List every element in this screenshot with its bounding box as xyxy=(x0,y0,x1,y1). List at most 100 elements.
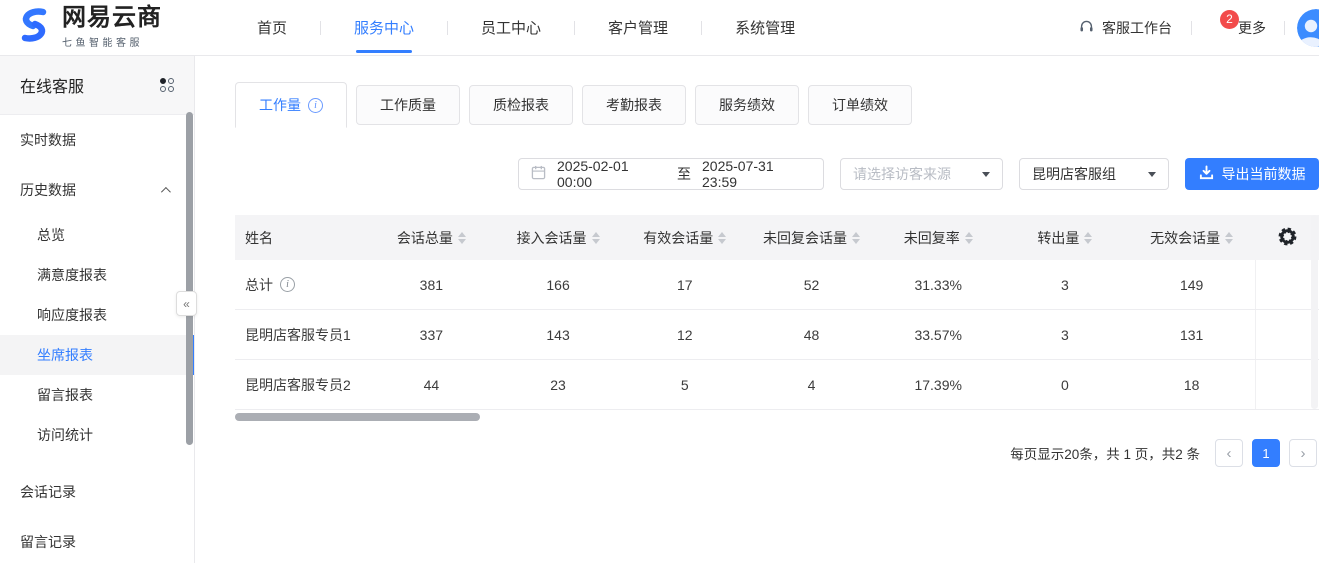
cell: 12 xyxy=(621,327,748,343)
logo[interactable]: 网易云商 七鱼智能客服 xyxy=(0,5,162,50)
sort-icon[interactable] xyxy=(592,232,600,244)
column-label: 未回复率 xyxy=(904,228,960,248)
cell: 166 xyxy=(495,277,622,293)
date-separator: 至 xyxy=(677,164,691,184)
cell: 31.33% xyxy=(875,277,1002,293)
tab-label: 服务绩效 xyxy=(719,95,775,115)
nav-item-service-center[interactable]: 服务中心 xyxy=(321,0,447,55)
column-label: 有效会话量 xyxy=(643,228,713,248)
cell: 337 xyxy=(368,327,495,343)
column-header-transferred-out[interactable]: 转出量 xyxy=(1002,228,1129,248)
column-header-accepted-sessions[interactable]: 接入会话量 xyxy=(495,228,622,248)
column-header-invalid-sessions[interactable]: 无效会话量 xyxy=(1128,228,1255,248)
nav-item-system-management[interactable]: 系统管理 xyxy=(702,0,828,55)
cell: 3 xyxy=(1002,327,1129,343)
agent-group-select[interactable]: 昆明店客服组 xyxy=(1019,158,1169,190)
info-icon[interactable]: i xyxy=(308,98,323,113)
cell: 23 xyxy=(495,377,622,393)
row-name: 昆明店客服专员1 xyxy=(245,325,351,345)
filter-bar: 2025-02-01 00:00 至 2025-07-31 23:59 请选择访… xyxy=(196,158,1319,190)
more-icon: 2 xyxy=(1210,21,1230,35)
sort-icon[interactable] xyxy=(852,232,860,244)
tab-attendance-report[interactable]: 考勤报表 xyxy=(582,85,686,125)
visitor-source-select[interactable]: 请选择访客来源 xyxy=(840,158,1003,190)
column-label: 接入会话量 xyxy=(517,228,587,248)
date-range-picker[interactable]: 2025-02-01 00:00 至 2025-07-31 23:59 xyxy=(518,158,824,190)
logo-subtitle: 七鱼智能客服 xyxy=(62,34,162,49)
nav-item-staff-center[interactable]: 员工中心 xyxy=(448,0,574,55)
tab-label: 考勤报表 xyxy=(606,95,662,115)
more-menu[interactable]: 2 更多 xyxy=(1192,18,1284,38)
sort-icon[interactable] xyxy=(1084,232,1092,244)
tab-qc-report[interactable]: 质检报表 xyxy=(469,85,573,125)
agent-report-table: 姓名 会话总量 接入会话量 有效会话量 未回复会话量 未回复率 转出量 无效会话… xyxy=(235,215,1319,410)
column-header-unreplied-sessions[interactable]: 未回复会话量 xyxy=(748,228,875,248)
cell-spacer xyxy=(1255,310,1319,359)
sort-icon[interactable] xyxy=(458,232,466,244)
row-name-cell: 总计 i xyxy=(235,275,368,295)
column-label: 转出量 xyxy=(1037,228,1079,248)
brand-icon xyxy=(14,5,54,50)
tab-order-performance[interactable]: 订单绩效 xyxy=(808,85,912,125)
sidebar-item-session-records[interactable]: 会话记录 xyxy=(0,467,194,517)
cell: 381 xyxy=(368,277,495,293)
tab-work-quality[interactable]: 工作质量 xyxy=(356,85,460,125)
row-name: 总计 xyxy=(245,275,273,295)
table-vertical-scrollbar[interactable] xyxy=(1311,215,1318,409)
sidebar-item-overview[interactable]: 总览 xyxy=(0,215,194,255)
chevron-up-icon xyxy=(161,186,171,196)
tab-label: 工作量 xyxy=(259,95,301,115)
sort-icon[interactable] xyxy=(718,232,726,244)
sidebar-item-history-data[interactable]: 历史数据 xyxy=(0,165,194,215)
prev-page-button[interactable]: ‹ xyxy=(1215,439,1243,467)
avatar[interactable] xyxy=(1297,9,1319,47)
workbench-link[interactable]: 客服工作台 xyxy=(1059,18,1191,38)
sidebar-item-visit-statistics[interactable]: 访问统计 xyxy=(0,415,194,455)
info-icon[interactable]: i xyxy=(280,277,295,292)
sidebar-item-label: 历史数据 xyxy=(20,180,76,200)
table-header-row: 姓名 会话总量 接入会话量 有效会话量 未回复会话量 未回复率 转出量 无效会话… xyxy=(235,215,1319,260)
sidebar-header: 在线客服 xyxy=(0,56,194,115)
cell: 131 xyxy=(1128,327,1255,343)
cell: 3 xyxy=(1002,277,1129,293)
tab-service-performance[interactable]: 服务绩效 xyxy=(695,85,799,125)
column-label: 无效会话量 xyxy=(1150,228,1220,248)
column-label: 未回复会话量 xyxy=(763,228,847,248)
sidebar-item-message-records[interactable]: 留言记录 xyxy=(0,517,194,567)
cell-spacer xyxy=(1255,360,1319,409)
top-nav: 网易云商 七鱼智能客服 首页 服务中心 员工中心 客户管理 系统管理 客服工作台 xyxy=(0,0,1319,55)
chevron-down-icon xyxy=(1148,172,1156,177)
cell: 52 xyxy=(748,277,875,293)
main-content: 工作量 i 工作质量 质检报表 考勤报表 服务绩效 订单绩效 xyxy=(196,56,1319,563)
sidebar-scrollbar[interactable] xyxy=(186,112,193,445)
export-button[interactable]: 导出当前数据 xyxy=(1185,158,1319,190)
export-label: 导出当前数据 xyxy=(1222,164,1306,184)
tab-workload[interactable]: 工作量 i xyxy=(235,82,347,128)
nav-item-home[interactable]: 首页 xyxy=(224,0,320,55)
sidebar-item-response-report[interactable]: 响应度报表 xyxy=(0,295,194,335)
chevron-down-icon xyxy=(982,172,990,177)
date-start: 2025-02-01 00:00 xyxy=(557,158,666,190)
sort-icon[interactable] xyxy=(1225,232,1233,244)
sidebar-item-message-report[interactable]: 留言报表 xyxy=(0,375,194,415)
sort-icon[interactable] xyxy=(965,232,973,244)
column-header-unreplied-rate[interactable]: 未回复率 xyxy=(875,228,1002,248)
horizontal-scrollbar-thumb[interactable] xyxy=(235,413,480,421)
sidebar-item-satisfaction-report[interactable]: 满意度报表 xyxy=(0,255,194,295)
column-settings-button[interactable] xyxy=(1255,215,1319,260)
nav-item-customer-management[interactable]: 客户管理 xyxy=(575,0,701,55)
next-page-button[interactable]: › xyxy=(1289,439,1317,467)
nav-menu: 首页 服务中心 员工中心 客户管理 系统管理 xyxy=(224,0,828,55)
sidebar-collapse-button[interactable]: « xyxy=(176,291,197,316)
cell: 4 xyxy=(748,377,875,393)
sidebar-item-agent-report[interactable]: 坐席报表 xyxy=(0,335,194,375)
table-row-total: 总计 i 381 166 17 52 31.33% 3 149 xyxy=(235,260,1319,310)
cell-spacer xyxy=(1255,260,1319,309)
report-tabs: 工作量 i 工作质量 质检报表 考勤报表 服务绩效 订单绩效 xyxy=(235,82,1319,128)
column-header-valid-sessions[interactable]: 有效会话量 xyxy=(621,228,748,248)
page-1-button[interactable]: 1 xyxy=(1252,439,1280,467)
column-header-total-sessions[interactable]: 会话总量 xyxy=(368,228,495,248)
app-grid-icon[interactable] xyxy=(160,78,174,92)
sidebar-item-label: 满意度报表 xyxy=(37,265,107,285)
sidebar-item-realtime-data[interactable]: 实时数据 xyxy=(0,115,194,165)
